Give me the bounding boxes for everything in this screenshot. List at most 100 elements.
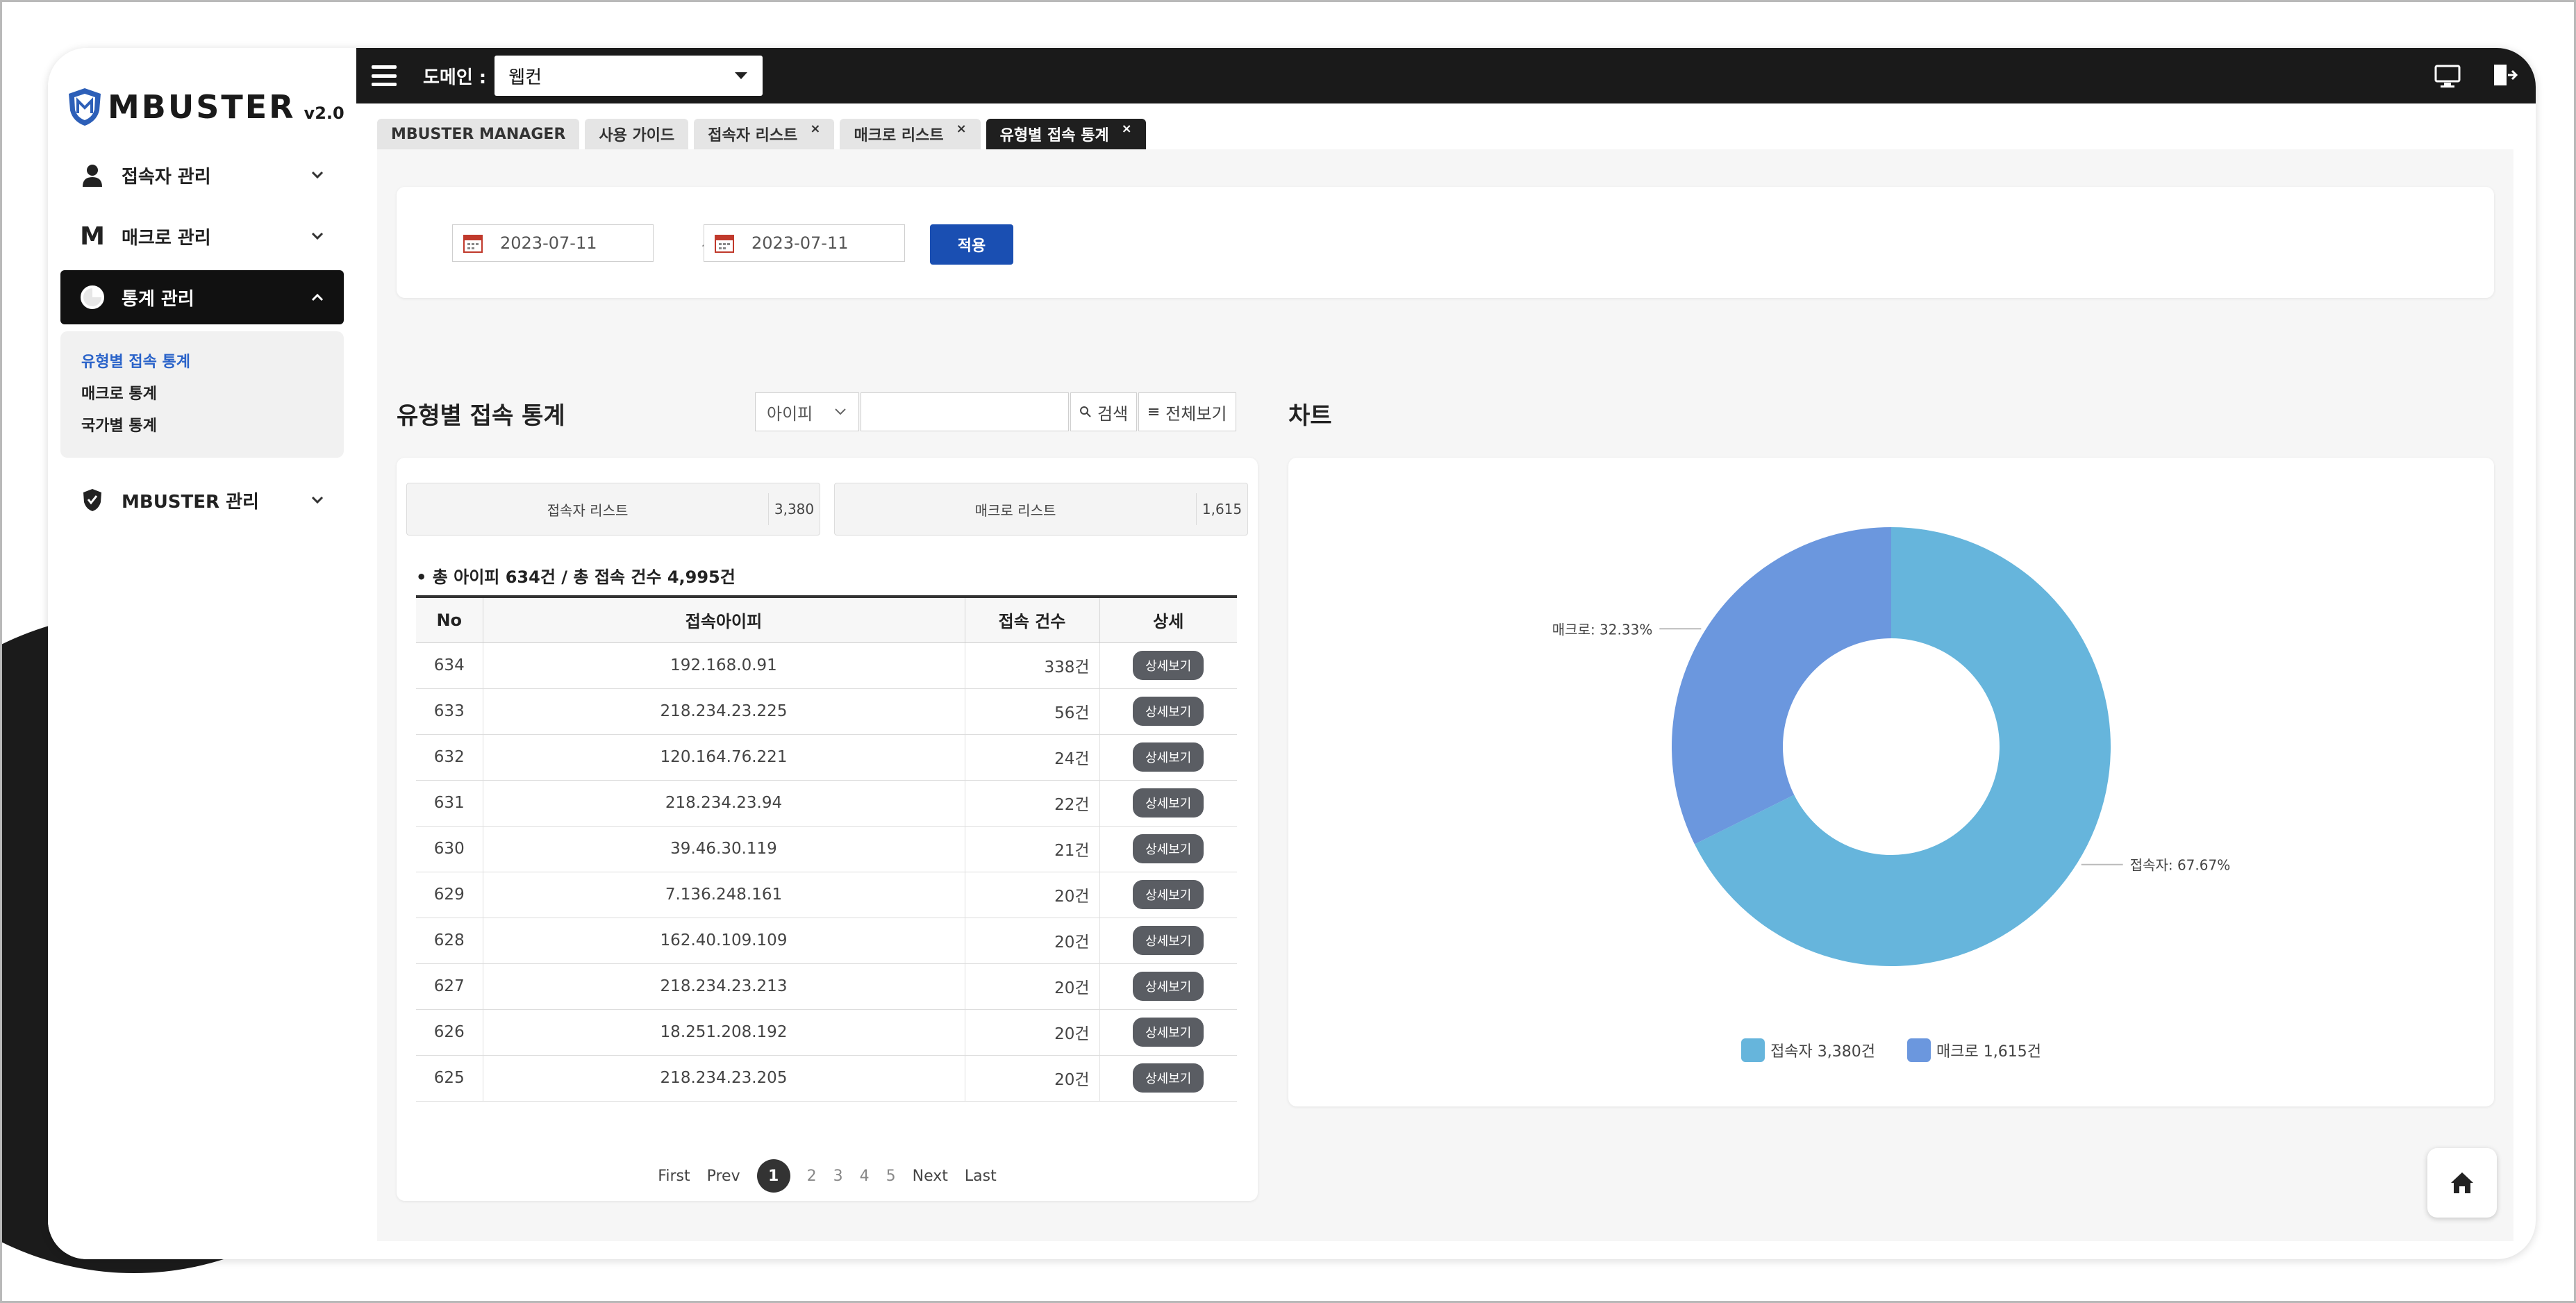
tab-label: 유형별 접속 통계 bbox=[999, 127, 1109, 144]
visitor-list-count: 3,380 bbox=[768, 493, 820, 525]
close-icon[interactable]: × bbox=[810, 122, 820, 136]
logout-icon[interactable] bbox=[2490, 60, 2519, 90]
search-input[interactable] bbox=[861, 392, 1069, 431]
row-ip: 18.251.208.192 bbox=[483, 1009, 965, 1056]
row-ip: 192.168.0.91 bbox=[483, 642, 965, 689]
close-icon[interactable]: × bbox=[1122, 122, 1132, 136]
row-no: 633 bbox=[416, 688, 483, 735]
table-row: 627 218.234.23.213 20건 상세보기 bbox=[416, 963, 1237, 1010]
submenu-item-type-stats[interactable]: 유형별 접속 통계 bbox=[81, 347, 323, 379]
date-to-input[interactable]: 2023-07-11 bbox=[704, 224, 905, 262]
donut-chart: 접속자: 67.67% 매크로: 32.33% bbox=[1552, 527, 2230, 966]
row-no: 631 bbox=[416, 780, 483, 827]
page-next[interactable]: Next bbox=[913, 1168, 948, 1185]
submenu-item-country-stats[interactable]: 국가별 통계 bbox=[81, 410, 323, 442]
sidebar-item-mbuster-management[interactable]: MBUSTER 관리 bbox=[60, 473, 344, 527]
donut-slice[interactable] bbox=[1672, 527, 1891, 845]
home-button[interactable] bbox=[2427, 1148, 2497, 1218]
sidebar: MBUSTER v2.0 접속자 관리 M 매크로 관리 통계 관리 유형별 접… bbox=[48, 48, 356, 1259]
legend-item-visitor[interactable]: 접속자 3,380건 bbox=[1741, 1038, 1875, 1062]
search-button[interactable]: 검색 bbox=[1070, 392, 1138, 431]
sidebar-item-macro-management[interactable]: M 매크로 관리 bbox=[60, 209, 344, 263]
page-number[interactable]: 3 bbox=[833, 1168, 843, 1185]
detail-button[interactable]: 상세보기 bbox=[1133, 926, 1204, 955]
caret-down-icon bbox=[735, 72, 748, 79]
search-type-value: 아이피 bbox=[767, 404, 813, 424]
row-ip: 39.46.30.119 bbox=[483, 826, 965, 872]
sidebar-item-label: 매크로 관리 bbox=[122, 227, 211, 249]
hamburger-menu-icon[interactable] bbox=[372, 65, 397, 86]
page-number[interactable]: 5 bbox=[886, 1168, 896, 1185]
column-header-no: No bbox=[416, 597, 483, 643]
macro-list-label: 매크로 리스트 bbox=[974, 501, 1056, 519]
tab-user-guide[interactable]: 사용 가이드 bbox=[585, 119, 689, 149]
list-icon bbox=[1149, 408, 1159, 415]
main-content: 2023-07-11 ~ 2023-07-11 적용 유형별 접속 통계 아이피 bbox=[377, 149, 2513, 1241]
row-no: 634 bbox=[416, 642, 483, 689]
chevron-down-icon bbox=[835, 408, 846, 415]
detail-button[interactable]: 상세보기 bbox=[1133, 1018, 1204, 1047]
sidebar-item-visitor-management[interactable]: 접속자 관리 bbox=[60, 148, 344, 202]
domain-select[interactable]: 웹컨 bbox=[495, 56, 763, 96]
row-detail-cell: 상세보기 bbox=[1099, 826, 1237, 872]
table-row: 634 192.168.0.91 338건 상세보기 bbox=[416, 642, 1237, 689]
detail-button[interactable]: 상세보기 bbox=[1133, 651, 1204, 680]
date-from-input[interactable]: 2023-07-11 bbox=[452, 224, 654, 262]
top-right-icons bbox=[2433, 60, 2519, 90]
row-count: 20건 bbox=[965, 918, 1100, 964]
detail-button[interactable]: 상세보기 bbox=[1133, 1063, 1204, 1093]
chart-card: 접속자: 67.67% 매크로: 32.33% 접속자 3,380건 매크로 1,… bbox=[1288, 458, 2494, 1106]
pagination: First Prev 1 2 3 4 5 Next Last bbox=[397, 1159, 1258, 1193]
sidebar-item-label: 통계 관리 bbox=[122, 288, 194, 310]
legend-item-macro[interactable]: 매크로 1,615건 bbox=[1907, 1038, 2041, 1062]
brand-version: v2.0 bbox=[304, 103, 344, 123]
date-filter-card: 2023-07-11 ~ 2023-07-11 적용 bbox=[397, 187, 2494, 298]
page-prev[interactable]: Prev bbox=[707, 1168, 740, 1185]
row-detail-cell: 상세보기 bbox=[1099, 918, 1237, 964]
sidebar-item-statistics-management[interactable]: 통계 관리 bbox=[60, 270, 344, 324]
top-bar: 도메인 : 웹컨 bbox=[356, 48, 2536, 103]
detail-button[interactable]: 상세보기 bbox=[1133, 697, 1204, 726]
ip-list-card: 접속자 리스트 3,380 매크로 리스트 1,615 • 총 아이피 634건… bbox=[397, 458, 1258, 1201]
sidebar-item-label: 접속자 관리 bbox=[122, 166, 211, 188]
detail-button[interactable]: 상세보기 bbox=[1133, 788, 1204, 818]
row-no: 626 bbox=[416, 1009, 483, 1056]
tab-bar: MBUSTER MANAGER 사용 가이드 접속자 리스트 × 매크로 리스트 ×… bbox=[377, 119, 1146, 149]
domain-label: 도메인 : bbox=[423, 67, 487, 88]
search-type-select[interactable]: 아이피 bbox=[755, 392, 859, 431]
tab-mbuster-manager[interactable]: MBUSTER MANAGER bbox=[377, 119, 580, 149]
page-number-current[interactable]: 1 bbox=[756, 1159, 790, 1193]
row-count: 56건 bbox=[965, 688, 1100, 735]
close-icon[interactable]: × bbox=[956, 122, 967, 136]
page-last[interactable]: Last bbox=[965, 1168, 997, 1185]
slice-label: 매크로: 32.33% bbox=[1552, 621, 1653, 638]
user-icon bbox=[78, 163, 106, 187]
list-section-title: 유형별 접속 통계 bbox=[397, 402, 565, 430]
macro-list-stat[interactable]: 매크로 리스트 1,615 bbox=[834, 483, 1248, 536]
visitor-list-stat[interactable]: 접속자 리스트 3,380 bbox=[406, 483, 820, 536]
apply-button[interactable]: 적용 bbox=[930, 224, 1013, 265]
table-row: 628 162.40.109.109 20건 상세보기 bbox=[416, 918, 1237, 964]
row-no: 625 bbox=[416, 1055, 483, 1102]
calendar-icon bbox=[463, 235, 483, 253]
row-count: 22건 bbox=[965, 780, 1100, 827]
row-count: 20건 bbox=[965, 1009, 1100, 1056]
page-number[interactable]: 4 bbox=[860, 1168, 870, 1185]
table-row: 631 218.234.23.94 22건 상세보기 bbox=[416, 780, 1237, 827]
detail-button[interactable]: 상세보기 bbox=[1133, 742, 1204, 772]
domain-select-value: 웹컨 bbox=[508, 67, 542, 88]
detail-button[interactable]: 상세보기 bbox=[1133, 834, 1204, 863]
brand-logo[interactable]: MBUSTER v2.0 bbox=[66, 78, 344, 127]
detail-button[interactable]: 상세보기 bbox=[1133, 972, 1204, 1001]
row-detail-cell: 상세보기 bbox=[1099, 1055, 1237, 1102]
tab-visitor-list[interactable]: 접속자 리스트 × bbox=[694, 119, 835, 149]
view-all-button[interactable]: 전체보기 bbox=[1138, 392, 1236, 431]
tab-macro-list[interactable]: 매크로 리스트 × bbox=[840, 119, 981, 149]
submenu-item-macro-stats[interactable]: 매크로 통계 bbox=[81, 379, 323, 410]
page-first[interactable]: First bbox=[658, 1168, 690, 1185]
monitor-icon[interactable] bbox=[2433, 60, 2462, 90]
search-icon bbox=[1080, 406, 1091, 417]
tab-type-stats[interactable]: 유형별 접속 통계 × bbox=[986, 119, 1146, 149]
page-number[interactable]: 2 bbox=[807, 1168, 817, 1185]
detail-button[interactable]: 상세보기 bbox=[1133, 880, 1204, 909]
